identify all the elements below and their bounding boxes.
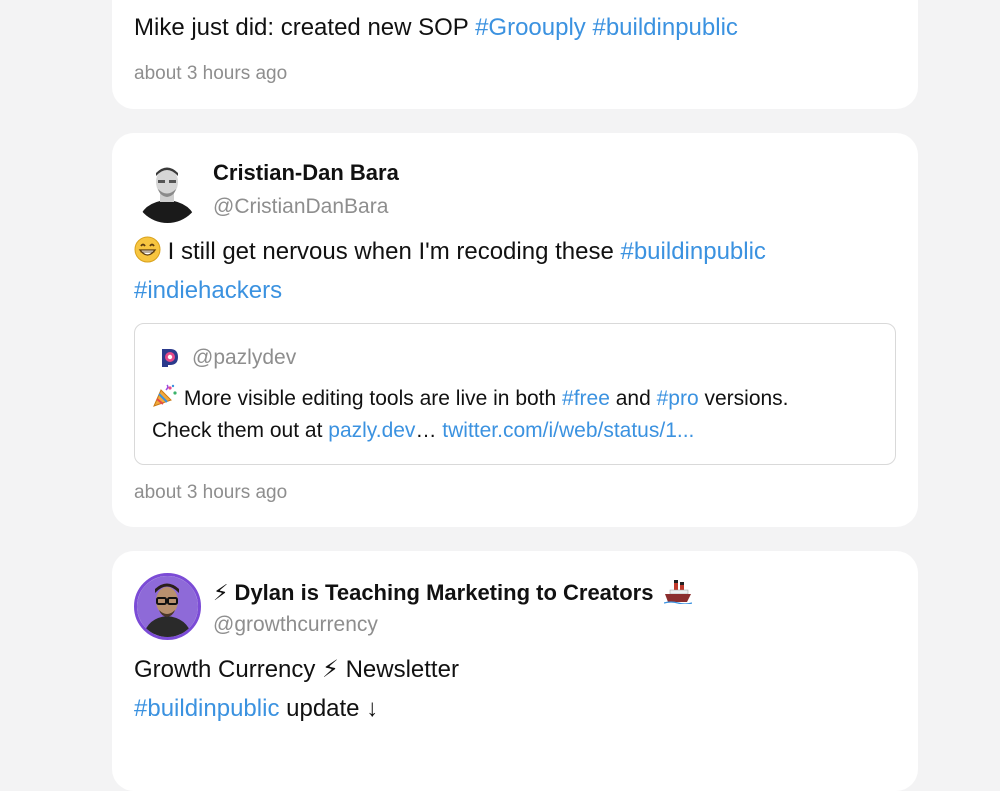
post-card[interactable]: Cristian-Dan Bara @CristianDanBara I sti… [112,133,918,527]
quoted-text-line2: Check them out at pazly.dev… twitter.com… [152,419,694,443]
avatar-image [134,156,201,223]
quoted-body: Check them out at [152,419,329,442]
author-handle[interactable]: @CristianDanBara [213,195,388,219]
quoted-handle[interactable]: @pazlydev [192,346,296,370]
post-body: update ↓ [279,695,379,722]
author-name-text: ⚡ Dylan is Teaching Marketing to Creator… [213,580,654,605]
pazly-logo-icon [159,346,181,373]
quoted-post[interactable]: @pazlydev More visible editing tools are… [134,323,896,465]
avatar[interactable] [134,573,201,640]
post-text-line2: #buildinpublic update ↓ [134,689,378,729]
post-body: Mike just did: created new SOP [134,14,476,41]
hashtag-link[interactable]: #buildinpublic [592,14,737,41]
hashtag-link[interactable]: #pro [657,387,699,410]
author-handle[interactable]: @growthcurrency [213,613,378,637]
grin-emoji-icon [134,236,161,276]
quoted-body: … [415,419,443,442]
hashtag-link[interactable]: #buildinpublic [620,238,765,265]
timestamp[interactable]: about 3 hours ago [134,482,287,504]
post-text: Mike just did: created new SOP #Groouply… [134,8,738,48]
party-popper-icon [152,384,178,414]
avatar-image [137,576,198,637]
quoted-text-line1: More visible editing tools are live in b… [152,384,789,414]
hashtag-link[interactable]: #indiehackers [134,277,282,304]
post-body: I still get nervous when I'm recoding th… [161,238,621,265]
url-link[interactable]: twitter.com/i/web/status/1... [442,419,694,442]
post-text-line2: #indiehackers [134,271,282,311]
author-name[interactable]: ⚡ Dylan is Teaching Marketing to Creator… [213,578,692,610]
url-link[interactable]: pazly.dev [328,419,415,442]
quoted-body: More visible editing tools are live in b… [178,387,563,410]
ship-icon [663,578,692,610]
author-name[interactable]: Cristian-Dan Bara [213,160,399,186]
quoted-body: versions. [698,387,789,410]
hashtag-link[interactable]: #buildinpublic [134,695,279,722]
hashtag-link[interactable]: #free [562,387,610,410]
post-text: I still get nervous when I'm recoding th… [134,232,766,276]
avatar[interactable] [134,156,201,223]
post-card[interactable]: ⚡ Dylan is Teaching Marketing to Creator… [112,551,918,791]
quoted-body: and [609,387,657,410]
post-card[interactable]: Mike just did: created new SOP #Groouply… [112,0,918,109]
post-text: Growth Currency ⚡ Newsletter [134,656,459,683]
hashtag-link[interactable]: #Groouply [475,14,586,41]
timestamp[interactable]: about 3 hours ago [134,63,287,85]
